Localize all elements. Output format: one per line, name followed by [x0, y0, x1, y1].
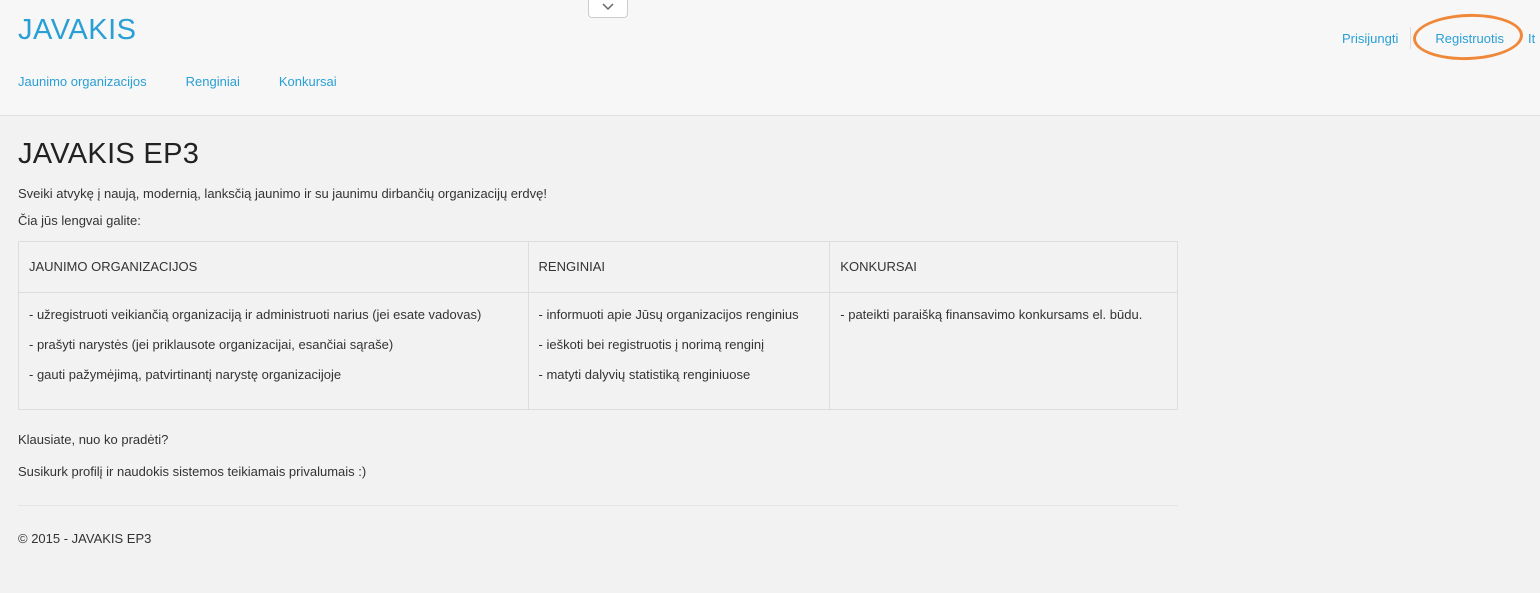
features-table: JAUNIMO ORGANIZACIJOS RENGINIAI KONKURSA… [18, 241, 1178, 410]
register-wrapper: Registruotis [1412, 11, 1525, 62]
login-link[interactable]: Prisijungti [1342, 31, 1398, 46]
column-header-contests: KONKURSAI [829, 241, 1178, 293]
register-link[interactable]: Registruotis [1435, 31, 1504, 46]
list-item: - pateikti paraišką finansavimo konkursa… [840, 307, 1143, 322]
call-to-action-text: Susikurk profilį ir naudokis sistemos te… [18, 464, 367, 479]
list-item: - informuoti apie Jūsų organizacijos ren… [538, 307, 799, 322]
collapse-toggle-button[interactable] [588, 0, 628, 18]
user-nav: Prisijungti Registruotis It [1342, 11, 1540, 62]
nav-item-konkursai: Konkursai [279, 74, 337, 89]
organizations-cell: - užregistruoti veikiančią organizaciją … [18, 292, 529, 410]
column-header-events: RENGINIAI [527, 241, 831, 293]
list-item: - prašyti narystės (jei priklausote orga… [29, 337, 394, 352]
events-cell: - informuoti apie Jūsų organizacijos ren… [527, 292, 831, 410]
question-text: Klausiate, nuo ko pradėti? [18, 432, 169, 447]
list-item: - gauti pažymėjimą, patvirtinantį naryst… [29, 367, 342, 382]
chevron-down-icon [602, 3, 614, 11]
list-item: - ieškoti bei registruotis į norimą reng… [538, 337, 764, 352]
nav-link-jaunimo-organizacijos[interactable]: Jaunimo organizacijos [18, 74, 147, 89]
intro-text: Čia jūs lengvai galite: [18, 213, 141, 228]
main-content: JAVAKIS EP3 Sveiki atvykę į naują, moder… [18, 116, 1178, 546]
nav-link-renginiai[interactable]: Renginiai [186, 74, 240, 89]
main-nav: Jaunimo organizacijos Renginiai Konkursa… [18, 74, 376, 89]
welcome-text: Sveiki atvykę į naują, modernią, lanksči… [18, 186, 547, 201]
navbar: JAVAKIS Jaunimo organizacijos Renginiai … [0, 0, 1540, 116]
table-row: - užregistruoti veikiančią organizaciją … [18, 292, 1178, 410]
brand-logo-link[interactable]: JAVAKIS [18, 14, 136, 47]
nav-link-konkursai[interactable]: Konkursai [279, 74, 337, 89]
footer-divider [18, 505, 1178, 506]
nav-divider [1410, 27, 1412, 49]
list-item: - matyti dalyvių statistiką renginiuose [538, 367, 751, 382]
nav-item-renginiai: Renginiai [186, 74, 240, 89]
copyright-text: © 2015 - JAVAKIS EP3 [18, 531, 152, 546]
contests-cell: - pateikti paraišką finansavimo konkursa… [829, 292, 1178, 410]
column-header-organizations: JAUNIMO ORGANIZACIJOS [18, 241, 529, 293]
list-item: - užregistruoti veikiančią organizaciją … [29, 307, 482, 322]
page-title: JAVAKIS EP3 [18, 138, 200, 170]
table-header-row: JAUNIMO ORGANIZACIJOS RENGINIAI KONKURSA… [18, 241, 1178, 293]
nav-item-jaunimo-organizacijos: Jaunimo organizacijos [18, 74, 147, 89]
language-link[interactable]: It [1528, 31, 1540, 46]
